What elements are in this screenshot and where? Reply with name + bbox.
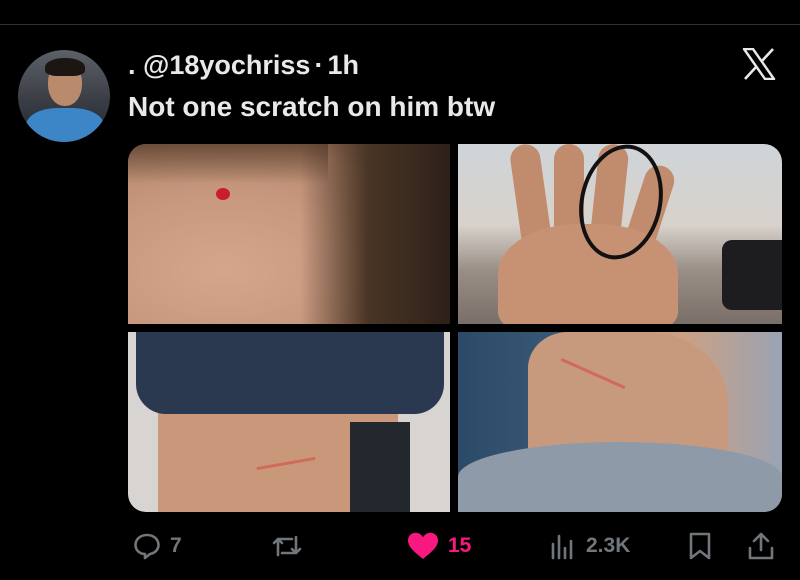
reply-count: 7 <box>170 534 182 557</box>
cut-mark <box>216 188 230 200</box>
views-button[interactable]: 2.3K <box>548 528 630 564</box>
repost-icon <box>272 535 302 557</box>
share-icon <box>748 532 774 560</box>
lifted-shirt <box>136 332 444 414</box>
tweet-timestamp[interactable]: 1h <box>327 50 359 80</box>
hair-area <box>300 144 450 324</box>
tweet-text: Not one scratch on him btw <box>128 91 496 122</box>
tweet-header: . @18yochriss · 1h <box>128 50 359 80</box>
background-person <box>350 422 410 512</box>
name-prefix: . <box>128 50 136 80</box>
bookmark-icon <box>689 532 711 560</box>
reply-icon <box>134 533 160 560</box>
action-bar: 7 15 2.3K <box>128 528 788 564</box>
grey-tshirt <box>458 442 782 512</box>
top-divider <box>0 24 800 25</box>
bookmark-button[interactable] <box>686 528 714 564</box>
media-grid <box>128 144 782 512</box>
avatar[interactable] <box>18 50 110 142</box>
user-handle[interactable]: @18yochriss <box>143 50 310 80</box>
like-button[interactable]: 15 <box>406 528 471 564</box>
views-icon <box>551 534 573 560</box>
heart-icon <box>408 532 438 559</box>
share-button[interactable] <box>746 528 776 564</box>
face-injury-photo[interactable] <box>128 144 450 324</box>
reply-button[interactable]: 7 <box>132 528 182 564</box>
eyebrow-area <box>128 144 328 184</box>
x-logo-icon <box>742 47 776 81</box>
avatar-hair <box>45 58 85 76</box>
avatar-shirt <box>26 108 104 142</box>
header-separator: · <box>314 50 324 80</box>
car-mirror <box>722 240 782 310</box>
like-count: 15 <box>448 534 472 557</box>
views-count: 2.3K <box>586 534 631 557</box>
repost-button[interactable] <box>270 528 312 564</box>
neck-scratch-photo[interactable] <box>458 332 782 512</box>
back-scratch-photo[interactable] <box>128 332 450 512</box>
hand-photo[interactable] <box>458 144 782 324</box>
